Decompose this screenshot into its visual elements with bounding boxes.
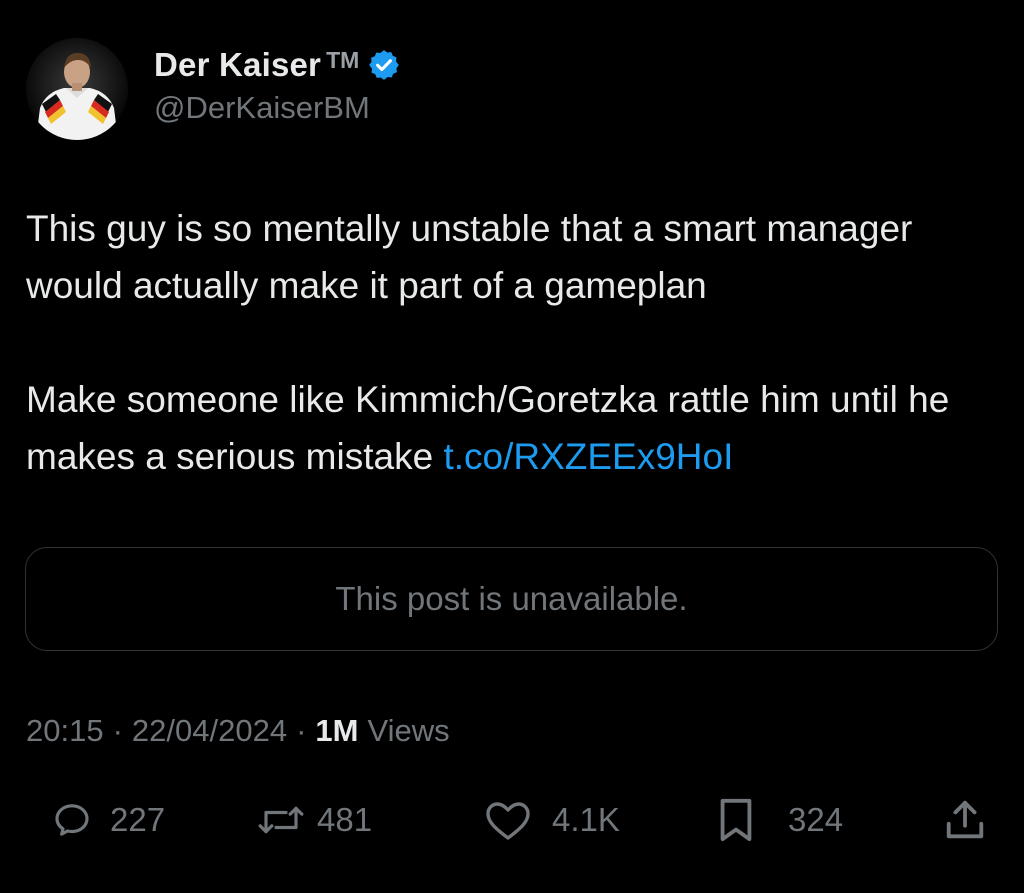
quoted-post-card[interactable]: This post is unavailable. (25, 547, 998, 651)
share-icon (946, 800, 984, 839)
reply-icon (55, 804, 89, 836)
bookmark-button[interactable]: 324 (716, 790, 843, 850)
repost-button[interactable]: 481 (255, 790, 372, 850)
repost-icon (258, 806, 304, 834)
display-name[interactable]: Der Kaiser (154, 46, 321, 84)
reply-button[interactable]: 227 (52, 790, 165, 850)
post-time[interactable]: 20:15 (26, 713, 104, 749)
like-count: 4.1K (552, 801, 620, 838)
bookmark-icon (720, 798, 752, 842)
post-meta: 20:15 · 22/04/2024 · 1M Views (26, 713, 450, 749)
tweet: Der Kaiser TM @DerKaiserBM This guy is s… (0, 0, 1024, 893)
tweet-header: Der Kaiser TM @DerKaiserBM (26, 38, 401, 140)
repost-count: 481 (317, 801, 373, 838)
trademark-symbol: TM (326, 46, 360, 73)
author-handle[interactable]: @DerKaiserBM (154, 90, 401, 126)
author-names: Der Kaiser TM @DerKaiserBM (154, 42, 401, 126)
share-button[interactable] (942, 790, 988, 850)
action-bar: 227 481 4.1K 324 (0, 790, 1024, 850)
avatar[interactable] (26, 38, 128, 140)
views-label: Views (367, 713, 450, 748)
post-link[interactable]: t.co/RXZEEx9HoI (443, 436, 733, 477)
post-date[interactable]: 22/04/2024 (132, 713, 287, 749)
post-text: This guy is so mentally unstable that a … (26, 200, 1001, 485)
like-icon (486, 802, 530, 840)
like-button[interactable]: 4.1K (484, 790, 620, 850)
name-row: Der Kaiser TM (154, 42, 401, 88)
meta-separator: · (296, 713, 307, 748)
verified-badge-icon[interactable] (367, 48, 401, 82)
meta-separator: · (112, 713, 123, 748)
views-count: 1M (315, 713, 359, 748)
post-paragraph-1: This guy is so mentally unstable that a … (26, 208, 913, 306)
reply-count: 227 (110, 801, 166, 838)
post-paragraph-2: Make someone like Kimmich/Goretzka rattl… (26, 371, 1001, 485)
unavailable-message: This post is unavailable. (335, 580, 688, 617)
bookmark-count: 324 (788, 801, 844, 838)
